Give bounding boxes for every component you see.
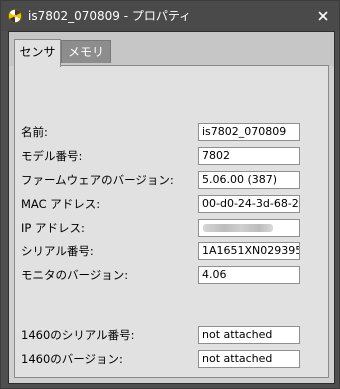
close-icon[interactable] xyxy=(313,7,333,25)
monitor-version-label: モニタのバージョン: xyxy=(21,268,129,282)
name-field[interactable]: is7802_070809 xyxy=(198,123,300,141)
serial-1460-label: 1460のシリアル番号: xyxy=(21,328,135,342)
window-title: is7802_070809 - プロパティ xyxy=(28,9,192,23)
model-number-field[interactable]: 7802 xyxy=(198,147,300,165)
redacted-ip-blur xyxy=(203,224,273,232)
sensor-panel: 名前: is7802_070809 モデル番号: 7802 ファームウェアのバー… xyxy=(14,65,329,378)
ip-address-label: IP アドレス: xyxy=(21,221,85,235)
version-1460-field[interactable]: not attached xyxy=(198,350,300,368)
firmware-version-field[interactable]: 5.06.00 (387) xyxy=(198,171,300,189)
ip-address-field[interactable] xyxy=(198,219,300,237)
title-bar[interactable]: is7802_070809 - プロパティ xyxy=(1,1,339,31)
firmware-version-label: ファームウェアのバージョン: xyxy=(21,173,174,187)
app-icon xyxy=(8,9,22,23)
name-label: 名前: xyxy=(21,125,48,139)
serial-number-label: シリアル番号: xyxy=(21,244,94,258)
version-1460-label: 1460のバージョン: xyxy=(21,352,123,366)
tab-sensor[interactable]: センサ xyxy=(14,39,61,67)
tab-bar: センサ メモリ xyxy=(9,32,334,67)
model-number-label: モデル番号: xyxy=(21,149,83,163)
mac-address-label: MAC アドレス: xyxy=(21,197,101,211)
mac-address-field[interactable]: 00-d0-24-3d-68-26 xyxy=(198,195,300,213)
serial-number-field[interactable]: 1A1651XN029395 xyxy=(198,242,300,260)
tab-memory[interactable]: メモリ xyxy=(61,40,111,63)
monitor-version-field[interactable]: 4.06 xyxy=(198,266,300,284)
dialog-body: センサ メモリ 名前: is7802_070809 モデル番号: 7802 ファ… xyxy=(8,31,335,384)
properties-window: is7802_070809 - プロパティ センサ メモリ 名前: is7802… xyxy=(0,0,340,389)
serial-1460-field[interactable]: not attached xyxy=(198,326,300,344)
